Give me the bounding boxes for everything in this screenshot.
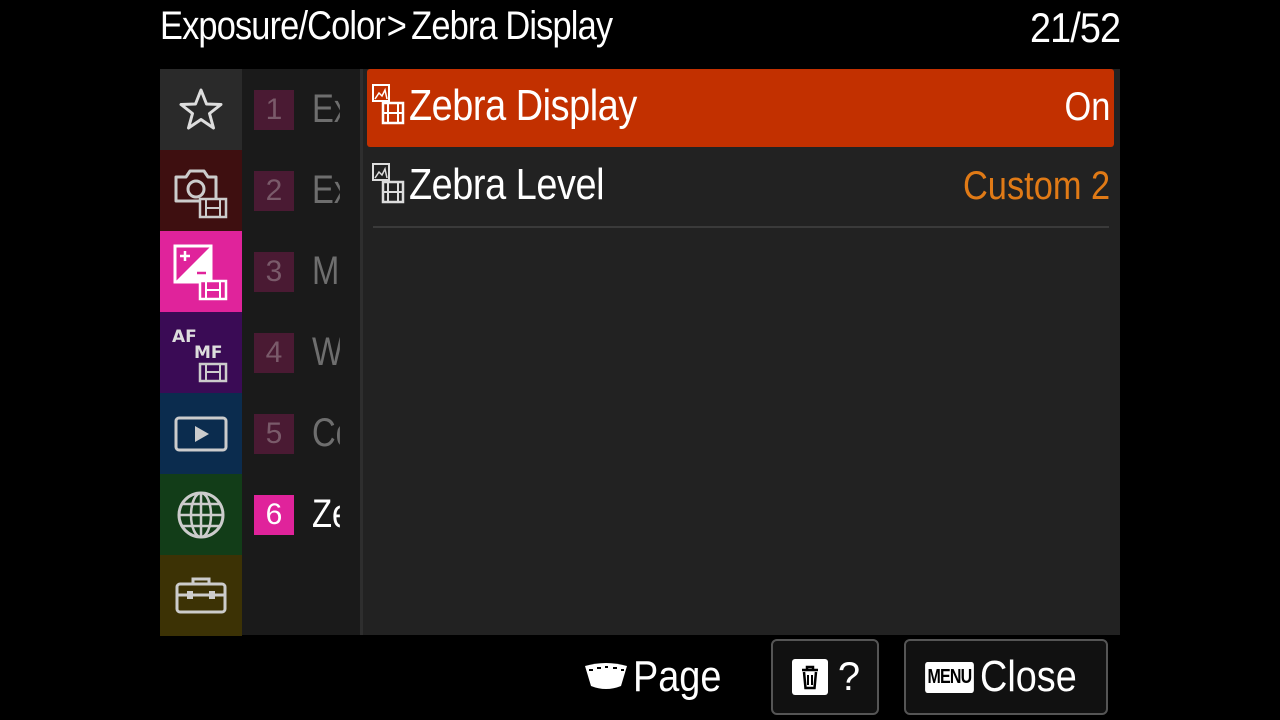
breadcrumb-current: Zebra Display [411,4,613,48]
page-number: 2 [254,170,294,211]
page-hint-label: Page [633,652,722,701]
exposure-movie-icon [173,244,228,300]
page-label: Ze [312,492,340,536]
page-label: Ex [312,168,340,212]
page-number: 4 [254,332,294,373]
star-icon [179,88,223,129]
toolbox-icon [175,577,227,613]
menu-item-value: Custom 2 [962,164,1110,208]
still-movie-icon [372,84,405,125]
camera-menu-screen: Exposure/Color> Zebra Display 21/52 AF M… [0,0,1280,720]
category-tab-focus[interactable]: AF MF [160,312,242,393]
item-divider [373,226,1109,228]
menu-header: Exposure/Color> Zebra Display 21/52 [160,0,1121,62]
playback-icon [174,416,228,451]
page-hint[interactable]: Page [583,652,736,702]
close-label: Close [980,652,1077,701]
category-tab-exposure-color[interactable] [160,231,242,312]
category-tabs: AF MF [160,69,242,636]
help-symbol: ? [837,654,861,699]
page-number: 6 [254,494,294,535]
page-item-3[interactable]: 3 Mo [254,231,360,312]
page-label: Ex [312,87,340,131]
category-tab-setup[interactable] [160,555,242,636]
page-item-1[interactable]: 1 Ex [254,69,360,150]
page-label: Co [312,411,340,455]
category-tab-shooting[interactable] [160,150,242,231]
page-label: Mo [312,249,340,293]
svg-text:MF: MF [194,343,223,363]
menu-items-panel: Zebra Display On Zebra Level Custom 2 [363,69,1120,635]
breadcrumb: Exposure/Color> Zebra Display [160,4,613,49]
page-label: W [312,330,340,374]
trash-icon [791,659,828,695]
page-number: 5 [254,413,294,454]
footer-bar: Page ? MENU Close [0,636,1280,720]
page-number: 1 [254,89,294,130]
page-item-5[interactable]: 5 Co [254,393,360,474]
page-item-4[interactable]: 4 W [254,312,360,393]
category-tab-favorites[interactable] [160,69,242,150]
page-item-6[interactable]: 6 Ze [254,474,360,555]
page-item-2[interactable]: 2 Ex [254,150,360,231]
breadcrumb-separator: > [386,4,407,48]
camera-movie-icon [174,169,228,218]
page-number: 3 [254,251,294,292]
menu-item-zebra-display[interactable]: Zebra Display On [367,69,1114,147]
still-movie-icon [372,163,405,204]
menu-item-value: On [1064,85,1110,129]
menu-item-name: Zebra Level [409,160,605,209]
page-counter: 21/52 [1029,4,1121,51]
control-wheel-icon [585,663,627,689]
menu-key-icon: MENU [925,661,975,693]
page-list: 1 Ex 2 Ex 3 Mo 4 W 5 Co 6 Ze [242,69,360,635]
globe-icon [177,491,225,538]
af-mf-movie-icon: AF MF [172,327,228,382]
breadcrumb-parent: Exposure/Color [160,4,386,48]
delete-help-button[interactable]: ? [771,639,879,715]
menu-item-zebra-level[interactable]: Zebra Level Custom 2 [367,148,1114,226]
category-tab-playback[interactable] [160,393,242,474]
close-button[interactable]: MENU Close [904,639,1108,715]
category-tab-network[interactable] [160,474,242,555]
menu-item-name: Zebra Display [409,81,637,130]
